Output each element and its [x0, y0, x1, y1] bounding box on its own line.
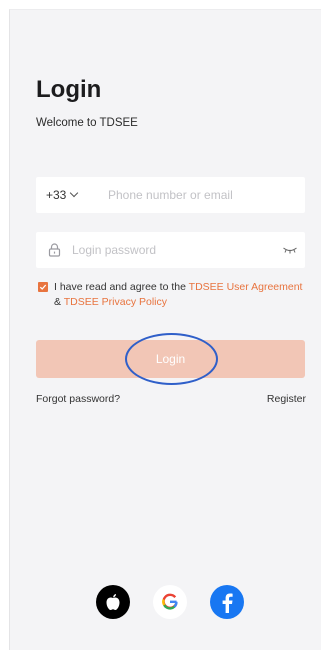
- facebook-login-button[interactable]: [210, 585, 244, 619]
- password-input[interactable]: [72, 232, 275, 268]
- google-icon: [162, 593, 178, 610]
- apple-icon: [106, 594, 120, 610]
- checkmark-icon: [39, 284, 47, 290]
- password-field: [36, 232, 305, 268]
- facebook-icon: [222, 593, 233, 613]
- apple-login-button[interactable]: [96, 585, 130, 619]
- login-screen: Login Welcome to TDSEE +33 Phone number …: [9, 9, 321, 650]
- user-agreement-link[interactable]: TDSEE User Agreement: [189, 281, 303, 293]
- agreement-row: I have read and agree to the TDSEE User …: [38, 280, 306, 310]
- welcome-subtitle: Welcome to TDSEE: [36, 117, 138, 129]
- phone-field: +33: [36, 177, 305, 213]
- forgot-password-link[interactable]: Forgot password?: [36, 393, 120, 405]
- google-login-button[interactable]: [153, 585, 187, 619]
- privacy-policy-link[interactable]: TDSEE Privacy Policy: [64, 296, 167, 308]
- page-title: Login: [36, 76, 102, 103]
- login-button[interactable]: Login: [36, 340, 305, 378]
- agreement-separator: &: [54, 296, 64, 308]
- phone-email-input[interactable]: [108, 177, 305, 213]
- agreement-text: I have read and agree to the TDSEE User …: [54, 280, 306, 310]
- chevron-down-icon: [70, 188, 79, 198]
- lock-icon: [36, 243, 72, 257]
- country-code-value: +33: [46, 188, 67, 202]
- eye-closed-icon[interactable]: [275, 245, 305, 255]
- register-link[interactable]: Register: [267, 393, 306, 405]
- agreement-prefix: I have read and agree to the: [54, 281, 189, 293]
- agreement-checkbox[interactable]: [38, 282, 48, 292]
- country-code-selector[interactable]: +33: [36, 188, 108, 202]
